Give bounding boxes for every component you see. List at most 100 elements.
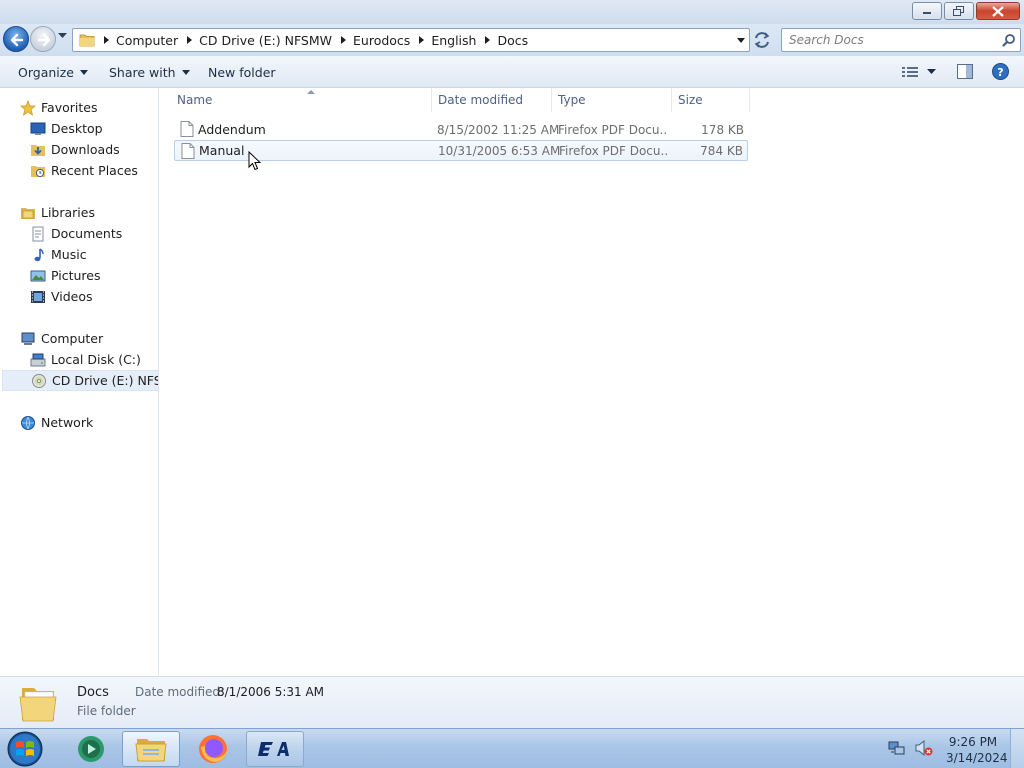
- column-header-size[interactable]: Size: [672, 88, 750, 112]
- breadcrumb-eurodocs[interactable]: Eurodocs: [353, 33, 410, 48]
- pictures-icon: [30, 270, 46, 281]
- hard-drive-icon: [30, 353, 46, 366]
- recent-pages-dropdown[interactable]: [58, 33, 67, 39]
- chevron-down-icon: [80, 70, 88, 75]
- taskbar-media-center[interactable]: [62, 731, 120, 767]
- breadcrumb-separator[interactable]: [341, 36, 347, 44]
- organize-button[interactable]: Organize: [18, 65, 88, 80]
- new-folder-label: New folder: [208, 65, 276, 80]
- nav-libraries-label: Libraries: [41, 205, 95, 220]
- title-bar: [0, 0, 1024, 24]
- address-dropdown-icon[interactable]: [737, 38, 745, 43]
- help-icon[interactable]: ?: [992, 63, 1009, 80]
- command-bar: Organize Share with New folder ?: [0, 56, 1024, 88]
- system-tray: [888, 739, 934, 757]
- preview-pane-icon[interactable]: [957, 64, 973, 79]
- close-button[interactable]: [976, 2, 1020, 20]
- taskbar-firefox[interactable]: [184, 731, 242, 767]
- nav-documents-label: Documents: [51, 226, 123, 241]
- clock-date: 3/14/2024: [946, 751, 1008, 765]
- nav-desktop[interactable]: Desktop: [30, 118, 103, 139]
- file-date: 8/15/2002 11:25 AM: [437, 122, 560, 137]
- nav-computer-label: Computer: [41, 331, 104, 346]
- details-date-value: 8/1/2006 5:31 AM: [217, 685, 325, 699]
- share-with-label: Share with: [109, 65, 176, 80]
- nav-network[interactable]: Network: [20, 412, 93, 433]
- nav-downloads[interactable]: Downloads: [30, 139, 120, 160]
- nav-videos[interactable]: Videos: [30, 286, 93, 307]
- nav-cd-drive[interactable]: CD Drive (E:) NFSMW: [2, 370, 158, 391]
- minimize-icon: [923, 12, 931, 14]
- share-with-button[interactable]: Share with: [109, 65, 190, 80]
- nav-downloads-label: Downloads: [51, 142, 120, 157]
- sort-ascending-icon: [307, 90, 315, 94]
- breadcrumb-separator[interactable]: [419, 36, 425, 44]
- nav-pictures[interactable]: Pictures: [30, 265, 101, 286]
- details-folder-name: Docs: [77, 685, 109, 700]
- windows-explorer-icon: [135, 739, 167, 762]
- nav-favorites[interactable]: Favorites: [20, 97, 97, 118]
- navigation-pane: Favorites Desktop Downloads Recent Place…: [0, 88, 159, 676]
- restore-button[interactable]: [944, 2, 974, 20]
- view-details-icon[interactable]: [902, 66, 918, 78]
- details-pane: Docs File folder Date modified: 8/1/2006…: [0, 676, 1024, 728]
- file-row-addendum[interactable]: Addendum 8/15/2002 11:25 AM Firefox PDF …: [174, 119, 748, 140]
- nav-computer[interactable]: Computer: [20, 328, 103, 349]
- nav-cd-drive-label: CD Drive (E:) NFSMW: [52, 373, 158, 388]
- column-header-type[interactable]: Type: [552, 88, 672, 112]
- minimize-button[interactable]: [912, 2, 942, 20]
- refresh-icon[interactable]: [752, 30, 772, 50]
- music-note-icon: [34, 247, 44, 261]
- libraries-icon: [21, 207, 35, 219]
- column-header-type-label: Type: [558, 93, 586, 107]
- star-icon: [20, 99, 36, 116]
- nav-libraries[interactable]: Libraries: [20, 202, 95, 223]
- breadcrumb-cd-drive[interactable]: CD Drive (E:) NFSMW: [199, 33, 332, 48]
- breadcrumb-separator[interactable]: [485, 36, 491, 44]
- nav-desktop-label: Desktop: [51, 121, 103, 136]
- folder-icon: [79, 34, 95, 47]
- breadcrumb-docs[interactable]: Docs: [497, 33, 528, 48]
- nav-pictures-label: Pictures: [51, 268, 101, 283]
- folder-large-icon: [19, 688, 57, 722]
- clock[interactable]: 9:26 PM 3/14/2024: [946, 734, 1008, 766]
- nav-local-disk-label: Local Disk (C:): [51, 352, 141, 367]
- volume-muted-icon[interactable]: [914, 739, 934, 757]
- breadcrumb-separator[interactable]: [187, 36, 193, 44]
- documents-icon: [32, 226, 44, 241]
- search-input[interactable]: [782, 29, 982, 51]
- breadcrumb-separator[interactable]: [104, 36, 109, 44]
- column-header-date[interactable]: Date modified: [432, 88, 552, 112]
- taskbar-ea-app[interactable]: [246, 731, 304, 767]
- forward-button[interactable]: [30, 26, 56, 52]
- mouse-pointer-icon: [248, 151, 262, 171]
- nav-recent-places-label: Recent Places: [51, 163, 138, 178]
- start-button[interactable]: [4, 730, 46, 768]
- breadcrumb-english[interactable]: English: [431, 33, 476, 48]
- svg-text:?: ?: [997, 66, 1003, 79]
- file-list: Name Date modified Type Size Addendum 8/…: [160, 88, 1024, 676]
- downloads-folder-icon: [31, 144, 45, 156]
- address-bar[interactable]: Computer CD Drive (E:) NFSMW Eurodocs En…: [72, 28, 750, 52]
- column-header-date-label: Date modified: [438, 93, 524, 107]
- nav-recent-places[interactable]: Recent Places: [30, 160, 138, 181]
- show-desktop-button[interactable]: [1010, 729, 1024, 768]
- nav-music[interactable]: Music: [30, 244, 87, 265]
- column-header-name-label: Name: [177, 93, 213, 107]
- search-icon[interactable]: [1002, 33, 1016, 47]
- desktop-icon: [30, 122, 46, 135]
- column-header-name[interactable]: Name: [171, 88, 432, 112]
- breadcrumb-computer[interactable]: Computer: [116, 33, 178, 48]
- recent-places-icon: [31, 165, 45, 177]
- firefox-icon: [199, 735, 227, 763]
- taskbar-windows-explorer[interactable]: [122, 731, 180, 767]
- back-button[interactable]: [3, 26, 29, 52]
- new-folder-button[interactable]: New folder: [208, 65, 276, 80]
- view-options-dropdown-icon[interactable]: [927, 69, 936, 75]
- arrow-left-icon: [10, 33, 24, 47]
- search-box[interactable]: [781, 28, 1021, 52]
- nav-music-label: Music: [51, 247, 87, 262]
- nav-documents[interactable]: Documents: [30, 223, 122, 244]
- nav-local-disk[interactable]: Local Disk (C:): [30, 349, 141, 370]
- network-status-icon[interactable]: [888, 739, 906, 757]
